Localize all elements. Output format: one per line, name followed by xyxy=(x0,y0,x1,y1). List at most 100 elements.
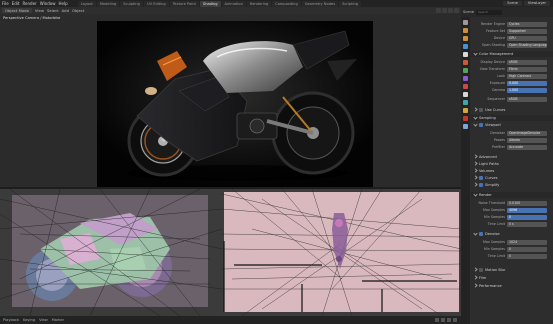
chevron-right-icon xyxy=(473,182,478,187)
view-menu[interactable]: View xyxy=(35,8,44,13)
max-samples-field[interactable]: 4096 xyxy=(507,207,547,213)
tab-uv-editing[interactable]: UV Editing xyxy=(143,0,169,7)
gamma-field[interactable]: 1.000 xyxy=(507,87,547,93)
tab-scripting[interactable]: Scripting xyxy=(339,0,362,7)
add-menu[interactable]: Add xyxy=(62,8,69,13)
section-color-management[interactable]: Color Management xyxy=(471,51,553,57)
solid-shading-icon[interactable] xyxy=(442,8,447,13)
passes-dropdown[interactable]: Albedo xyxy=(507,137,547,143)
scene-selector[interactable]: Scene xyxy=(503,1,522,6)
section-sampling[interactable]: Sampling xyxy=(471,115,553,121)
prop-row: Time Limit 0 s xyxy=(471,221,553,227)
menu-render[interactable]: Render xyxy=(22,1,36,6)
constraints-tab-icon[interactable] xyxy=(463,108,468,113)
3d-viewport[interactable]: Object Mode View Select Add Object Persp… xyxy=(0,7,461,187)
play-icon[interactable] xyxy=(447,318,451,322)
play-reverse-icon[interactable] xyxy=(441,318,445,322)
view-menu-timeline[interactable]: View xyxy=(39,318,48,322)
noise-threshold-field[interactable]: 0.0100 xyxy=(507,200,547,206)
denoiser-dropdown[interactable]: OpenImageDenoise xyxy=(507,130,547,136)
material-shading-icon[interactable] xyxy=(448,8,453,13)
sequencer-dropdown[interactable]: sRGB xyxy=(507,96,547,102)
render-engine-dropdown[interactable]: Cycles xyxy=(507,21,547,27)
tab-modeling[interactable]: Modeling xyxy=(96,0,120,7)
use-curves-checkbox[interactable] xyxy=(479,108,483,112)
tab-shading[interactable]: Shading xyxy=(199,0,221,7)
feature-set-dropdown[interactable]: Supported xyxy=(507,28,547,34)
tab-animation[interactable]: Animation xyxy=(221,0,246,7)
collection-tab-icon[interactable] xyxy=(463,68,468,73)
section-volumes[interactable]: Volumes xyxy=(471,168,553,174)
time-limit-field-2[interactable]: 0 xyxy=(507,253,547,259)
tab-layout[interactable]: Layout xyxy=(77,0,96,7)
object-tab-icon[interactable] xyxy=(463,76,468,81)
jump-start-icon[interactable] xyxy=(435,318,439,322)
time-limit-field[interactable]: 0 s xyxy=(507,221,547,227)
tab-sculpting[interactable]: Sculpting xyxy=(120,0,143,7)
playback-controls xyxy=(435,318,461,322)
tab-geometry-nodes[interactable]: Geometry Nodes xyxy=(301,0,339,7)
chevron-down-icon xyxy=(473,51,478,56)
object-menu[interactable]: Object xyxy=(72,8,84,13)
section-advanced[interactable]: Advanced xyxy=(471,154,553,160)
world-tab-icon[interactable] xyxy=(463,60,468,65)
viewport-denoise-checkbox[interactable] xyxy=(479,123,483,127)
modifier-tab-icon[interactable] xyxy=(463,84,468,89)
osl-checkbox[interactable]: Open Shading Language xyxy=(507,42,547,48)
playback-menu[interactable]: Playback xyxy=(3,318,19,322)
exposure-field[interactable]: 0.000 xyxy=(507,80,547,86)
section-light-paths[interactable]: Light Paths xyxy=(471,161,553,167)
marker-menu[interactable]: Marker xyxy=(52,318,64,322)
menu-window[interactable]: Window xyxy=(40,1,56,6)
jump-end-icon[interactable] xyxy=(453,318,457,322)
scene-tab-icon[interactable] xyxy=(463,52,468,57)
max-samples-field-2[interactable]: 1024 xyxy=(507,239,547,245)
section-performance[interactable]: Performance xyxy=(471,283,553,289)
render-tab-icon[interactable] xyxy=(463,28,468,33)
curves-checkbox[interactable] xyxy=(479,176,483,180)
physics-tab-icon[interactable] xyxy=(463,100,468,105)
material-tab-icon[interactable] xyxy=(463,124,468,129)
rendered-shading-icon[interactable] xyxy=(454,8,459,13)
denoise-checkbox[interactable] xyxy=(479,232,483,236)
prefilter-dropdown[interactable]: Accurate xyxy=(507,144,547,150)
keying-menu[interactable]: Keying xyxy=(23,318,35,322)
section-render[interactable]: Render xyxy=(471,192,553,198)
menu-edit[interactable]: Edit xyxy=(12,1,20,6)
object-mode-dropdown[interactable]: Object Mode xyxy=(2,8,32,13)
data-tab-icon[interactable] xyxy=(463,116,468,121)
view-layer-selector[interactable]: ViewLayer xyxy=(523,1,550,6)
section-simplify[interactable]: Simplify xyxy=(471,182,553,188)
menu-help[interactable]: Help xyxy=(58,1,67,6)
wireframe-viewport-panel[interactable] xyxy=(222,189,461,316)
section-viewport[interactable]: Viewport xyxy=(471,122,553,128)
section-use-curves[interactable]: Use Curves xyxy=(471,107,553,113)
section-film[interactable]: Film xyxy=(471,275,553,281)
tab-texture-paint[interactable]: Texture Paint xyxy=(169,0,199,7)
tool-tab-icon[interactable] xyxy=(463,20,468,25)
section-curves[interactable]: Curves xyxy=(471,175,553,181)
outliner-search-input[interactable] xyxy=(475,9,502,15)
image-editor-panel[interactable] xyxy=(0,189,222,316)
look-dropdown[interactable]: High Contrast xyxy=(507,73,547,79)
min-samples-field[interactable]: 0 xyxy=(507,214,547,220)
particles-tab-icon[interactable] xyxy=(463,92,468,97)
tab-rendering[interactable]: Rendering xyxy=(246,0,272,7)
min-samples-field-2[interactable]: 0 xyxy=(507,246,547,252)
menu-file[interactable]: File xyxy=(2,1,9,6)
properties-editor: Render Engine Cycles Feature Set Supported… xyxy=(461,17,553,324)
wireframe-shading-icon[interactable] xyxy=(436,8,441,13)
motion-blur-checkbox[interactable] xyxy=(479,268,483,272)
view-layer-tab-icon[interactable] xyxy=(463,44,468,49)
select-menu[interactable]: Select xyxy=(47,8,59,13)
top-bar: File Edit Render Window Help Layout Mode… xyxy=(0,0,553,7)
section-motion-blur[interactable]: Motion Blur xyxy=(471,267,553,273)
view-transform-dropdown[interactable]: Filmic xyxy=(507,66,547,72)
device-dropdown[interactable]: GPU xyxy=(507,35,547,41)
simplify-checkbox[interactable] xyxy=(479,183,483,187)
tab-compositing[interactable]: Compositing xyxy=(272,0,301,7)
output-tab-icon[interactable] xyxy=(463,36,468,41)
section-denoise[interactable]: Denoise xyxy=(471,231,553,237)
display-device-dropdown[interactable]: sRGB xyxy=(507,59,547,65)
prop-label: Look xyxy=(497,74,505,78)
